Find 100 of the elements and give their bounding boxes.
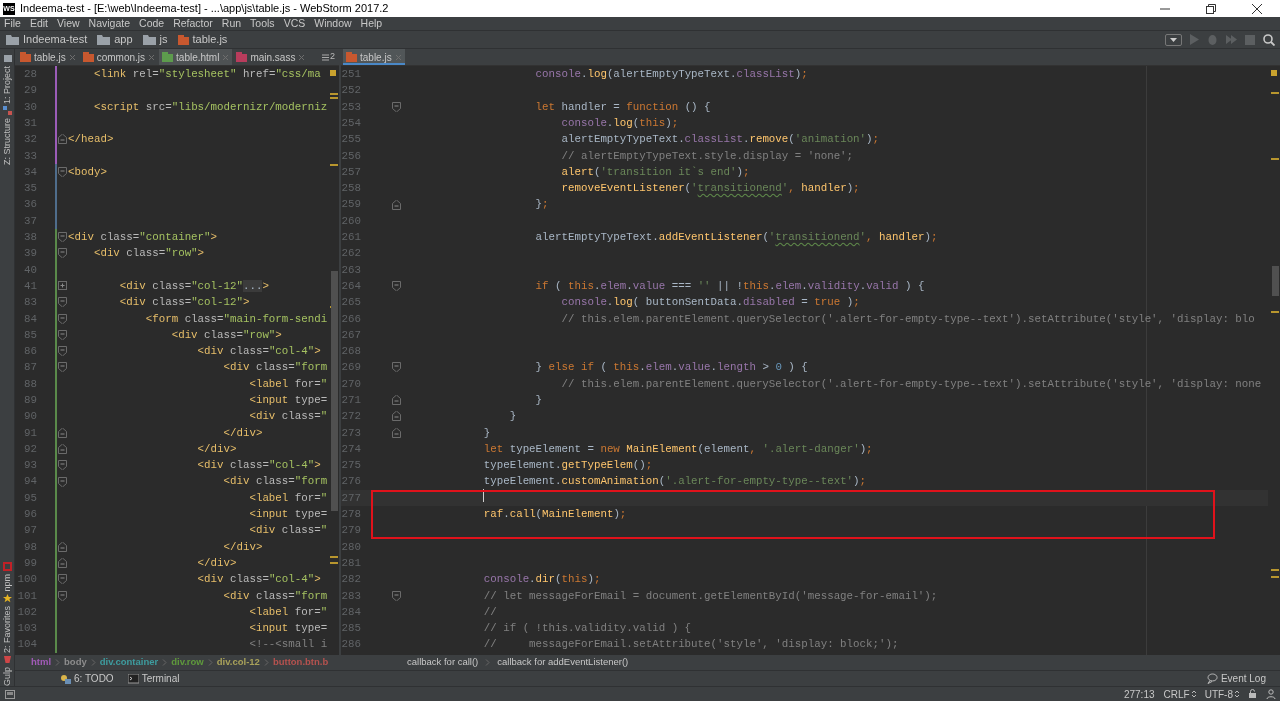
restore-icon[interactable] bbox=[1206, 3, 1216, 14]
updown-arrows-icon bbox=[1191, 690, 1196, 698]
fold-end-icon[interactable] bbox=[392, 427, 401, 438]
menu-item[interactable]: Refactor bbox=[173, 17, 213, 30]
collapse-icon[interactable] bbox=[392, 362, 401, 373]
collapse-icon[interactable] bbox=[392, 590, 401, 601]
code-line: } else if ( this.elem.value.length > 0 ) { bbox=[534, 361, 808, 374]
fold-end-icon[interactable] bbox=[392, 411, 401, 422]
nav-path-item[interactable]: app bbox=[114, 31, 133, 48]
editor-tab[interactable]: table.js bbox=[17, 49, 79, 65]
code-line: } bbox=[534, 394, 543, 406]
tool-window-button[interactable]: Terminal bbox=[127, 671, 180, 686]
collapse-icon[interactable] bbox=[58, 248, 67, 259]
tool-window-icon bbox=[3, 655, 12, 664]
collapse-icon[interactable] bbox=[58, 166, 67, 177]
panel-toggle-icon[interactable] bbox=[5, 689, 15, 699]
code-line: console.log(alertEmptyTypeText.classList); bbox=[534, 68, 808, 81]
editor-tab[interactable]: common.js bbox=[79, 49, 159, 65]
list-icon bbox=[322, 53, 329, 61]
fold-end-icon[interactable] bbox=[58, 558, 67, 569]
collapse-icon[interactable] bbox=[58, 362, 67, 373]
expand-icon[interactable] bbox=[58, 281, 67, 291]
encoding-selector[interactable]: UTF-8 bbox=[1204, 686, 1239, 701]
collapse-icon[interactable] bbox=[392, 101, 401, 112]
menu-item[interactable]: Navigate bbox=[88, 17, 131, 30]
line-number: 283 bbox=[341, 588, 362, 604]
tool-window-button[interactable]: Gulp bbox=[1, 667, 14, 686]
collapse-icon[interactable] bbox=[58, 232, 67, 243]
editor-tab[interactable]: table.js bbox=[343, 49, 405, 65]
fold-end-icon[interactable] bbox=[58, 541, 67, 552]
tool-window-icon bbox=[3, 106, 12, 116]
run-config-dropdown[interactable] bbox=[1165, 33, 1182, 46]
collapse-icon[interactable] bbox=[58, 346, 67, 357]
fold-end-icon[interactable] bbox=[58, 427, 67, 438]
line-number: 29 bbox=[23, 83, 38, 99]
play-icon[interactable] bbox=[1190, 34, 1199, 45]
collapse-icon[interactable] bbox=[58, 476, 67, 487]
scrollbar-thumb[interactable] bbox=[1272, 266, 1279, 296]
tool-window-button[interactable]: 1: Project bbox=[1, 66, 14, 105]
menu-item[interactable]: File bbox=[4, 17, 21, 30]
nav-path-item[interactable]: Indeema-test bbox=[23, 31, 88, 48]
close-icon[interactable] bbox=[1252, 3, 1262, 14]
code-line: <div class="col-4"> bbox=[196, 459, 321, 472]
fold-end-icon[interactable] bbox=[58, 443, 67, 454]
collapse-icon[interactable] bbox=[58, 590, 67, 601]
menu-item[interactable]: Tools bbox=[250, 17, 275, 30]
menu-item[interactable]: Code bbox=[139, 17, 165, 30]
menu-item[interactable]: VCS bbox=[283, 17, 306, 30]
line-number: 282 bbox=[341, 572, 362, 588]
code-line: <div class=" bbox=[248, 524, 328, 537]
lock-icon[interactable] bbox=[1248, 689, 1257, 699]
person-icon[interactable] bbox=[1266, 689, 1276, 699]
collapse-icon[interactable] bbox=[58, 297, 67, 308]
menu-item[interactable]: Help bbox=[360, 17, 383, 30]
tool-window-button[interactable]: 2: Favorites bbox=[1, 605, 14, 653]
fold-end-icon[interactable] bbox=[58, 134, 67, 145]
line-number: 274 bbox=[341, 441, 362, 457]
warning-mark bbox=[330, 164, 338, 166]
code-line: console.log( buttonSentData.disabled = true ); bbox=[560, 296, 860, 309]
tool-window-button[interactable]: Z: Structure bbox=[1, 118, 14, 166]
warning-mark bbox=[1271, 311, 1279, 313]
breadcrumb-item[interactable]: div.col-12 bbox=[216, 655, 260, 670]
collapse-icon[interactable] bbox=[58, 460, 67, 471]
collapse-icon[interactable] bbox=[58, 574, 67, 585]
line-number: 286 bbox=[341, 637, 362, 653]
updown-arrows-icon bbox=[1235, 690, 1239, 698]
breadcrumb-item[interactable]: callback for addEventListener() bbox=[497, 655, 629, 670]
menu-item[interactable]: Edit bbox=[29, 17, 48, 30]
scrollbar-thumb[interactable] bbox=[331, 271, 338, 511]
tool-window-button[interactable]: 6: TODO bbox=[60, 671, 114, 686]
code-line: <div class="row"> bbox=[92, 247, 205, 260]
breadcrumb-item[interactable]: div.container bbox=[99, 655, 159, 670]
search-icon[interactable] bbox=[1263, 33, 1275, 46]
menu-item[interactable]: View bbox=[57, 17, 80, 30]
line-separator-selector[interactable]: CRLF bbox=[1163, 686, 1196, 701]
nav-path-item[interactable]: js bbox=[159, 31, 168, 48]
code-line: <label for=" bbox=[248, 491, 328, 504]
collapse-icon[interactable] bbox=[58, 313, 67, 324]
menu-item[interactable]: Run bbox=[221, 17, 242, 30]
menu-item[interactable]: Window bbox=[314, 17, 352, 30]
code-line: <div class="col-4"> bbox=[196, 573, 321, 586]
code-line: alertEmptyTypeText.addEventListener('transitionend', handler); bbox=[534, 231, 938, 243]
line-number: 257 bbox=[341, 164, 362, 180]
editor-tab[interactable]: main.sass bbox=[233, 49, 309, 65]
tab-overflow-button[interactable]: 2 bbox=[322, 49, 335, 65]
code-line: <script src="libs/modernizr/moderniz bbox=[92, 100, 328, 113]
cursor-position[interactable]: 277:13 bbox=[1123, 686, 1155, 701]
fold-end-icon[interactable] bbox=[392, 199, 401, 210]
tool-window-button[interactable]: Event Log bbox=[1206, 671, 1266, 686]
line-number: 280 bbox=[341, 539, 362, 555]
collapse-icon[interactable] bbox=[58, 329, 67, 340]
collapse-icon[interactable] bbox=[392, 281, 401, 291]
fold-end-icon[interactable] bbox=[392, 395, 401, 406]
stop-icon[interactable] bbox=[1245, 34, 1255, 45]
nav-path-item[interactable]: table.js bbox=[192, 31, 228, 48]
code-line: <input type= bbox=[248, 508, 328, 521]
line-number: 30 bbox=[23, 99, 38, 115]
tool-window-button[interactable]: npm bbox=[1, 574, 14, 592]
editor-tab[interactable]: table.html bbox=[159, 49, 233, 65]
breadcrumb-item[interactable]: callback for call() bbox=[407, 655, 479, 670]
